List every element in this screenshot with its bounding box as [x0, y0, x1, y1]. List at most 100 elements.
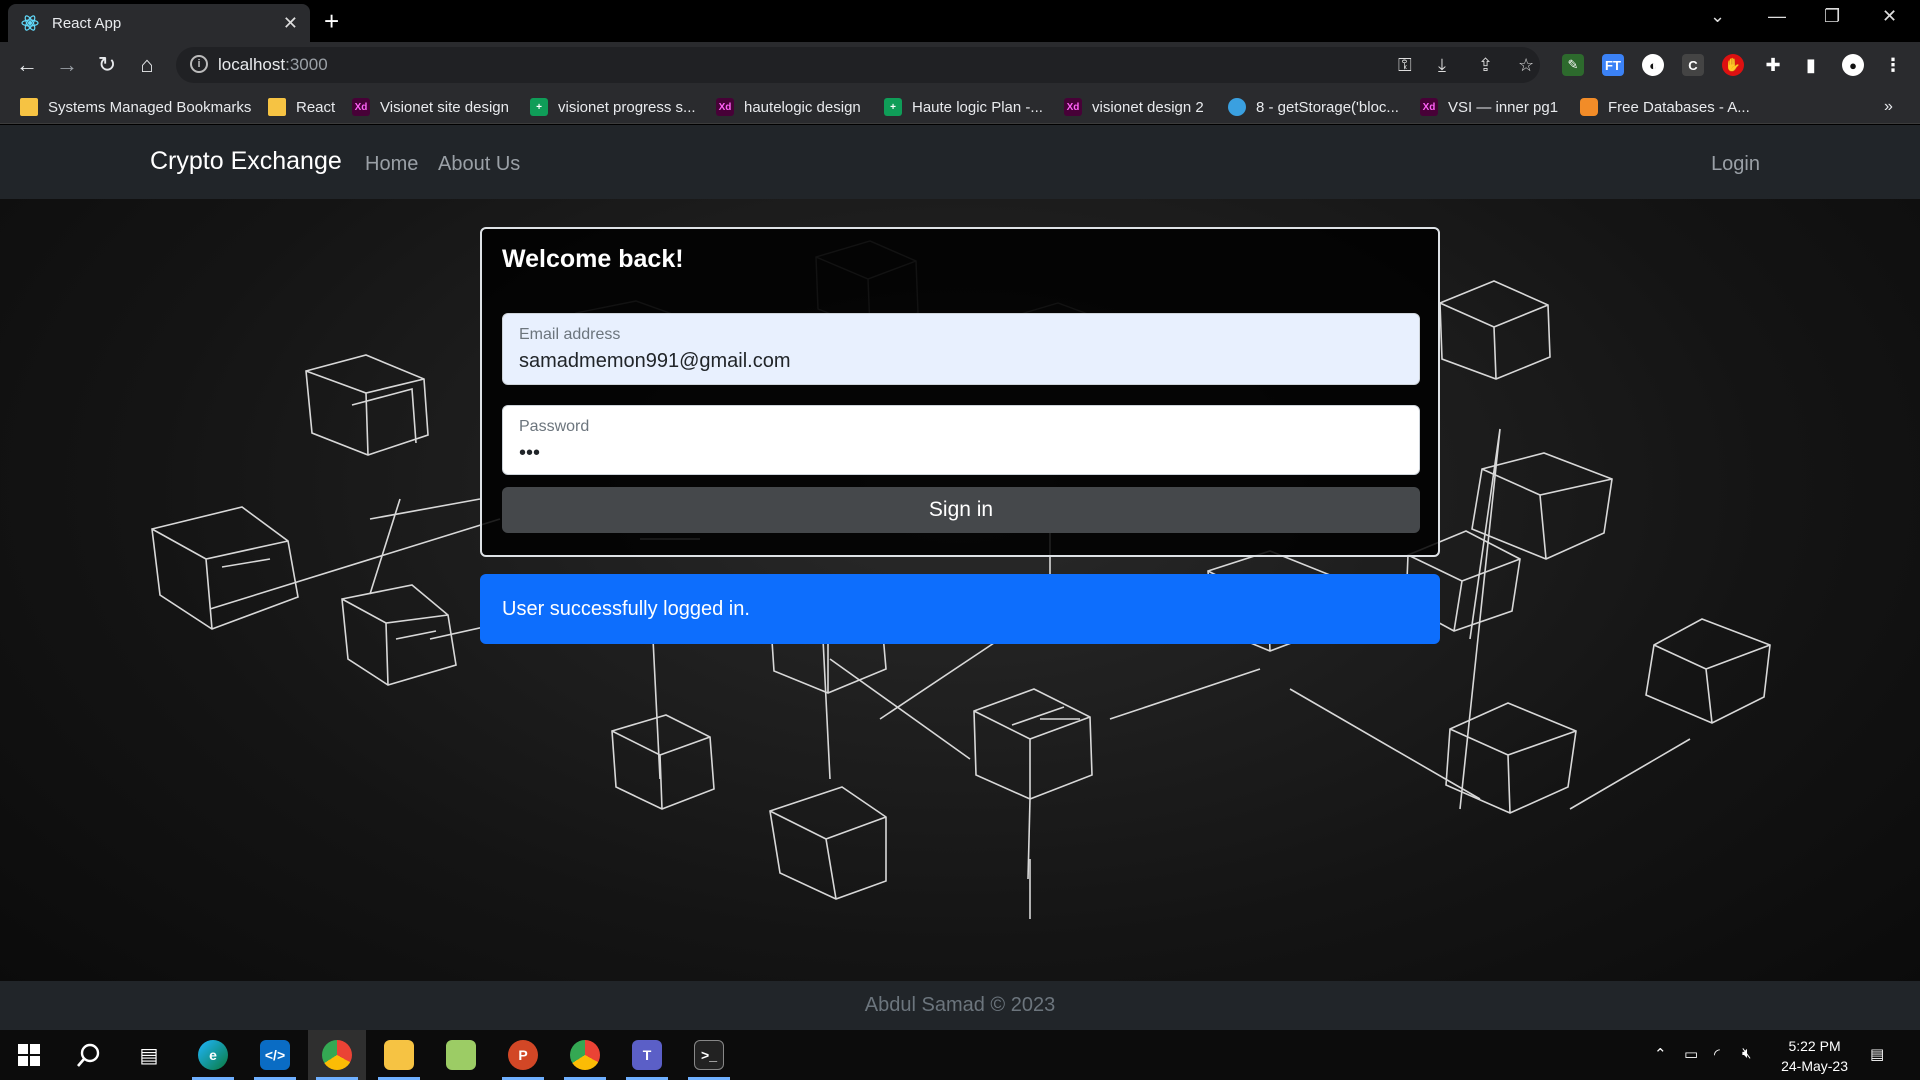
browser-toolbar: ← → ↻ ⌂ i localhost:3000 ⚿ ⤓ ⇪ ☆ ✎ FT ◐ … — [0, 42, 1920, 88]
key-icon[interactable]: ⚿ — [1398, 55, 1412, 76]
address-bar[interactable]: i localhost:3000 ⚿ ⤓ ⇪ ☆ — [176, 47, 1540, 83]
task-view-button[interactable]: ▤ — [120, 1030, 178, 1080]
sheets-icon: + — [884, 98, 902, 116]
search-button[interactable] — [60, 1030, 118, 1080]
back-icon[interactable]: ← — [12, 50, 42, 80]
extension-c-icon[interactable]: C — [1682, 54, 1704, 76]
drop-icon — [1228, 98, 1246, 116]
taskbar-vscode[interactable]: </> — [246, 1030, 304, 1080]
email-field[interactable]: Email address samadmemon991@gmail.com — [502, 313, 1420, 385]
edge-icon: e — [198, 1040, 228, 1070]
adobe-xd-icon: Xd — [1420, 98, 1438, 116]
browser-tab-bar: React App ✕ + ⌄ — ❐ ✕ — [0, 0, 1920, 42]
taskbar-teams[interactable]: T — [618, 1030, 676, 1080]
terminal-icon: >_ — [694, 1040, 724, 1070]
login-card: Welcome back! Email address samadmemon99… — [480, 227, 1440, 557]
email-label: Email address — [519, 326, 621, 343]
bookmark-item[interactable]: Xd Visionet site design — [352, 96, 509, 118]
react-icon — [21, 15, 39, 31]
vscode-icon: </> — [260, 1040, 290, 1070]
teams-icon: T — [632, 1040, 662, 1070]
adobe-xd-icon: Xd — [1064, 98, 1082, 116]
app-viewport: Crypto Exchange Home About Us Login Welc… — [0, 125, 1920, 1030]
login-card-title: Welcome back! — [502, 245, 684, 273]
close-window-icon[interactable]: ✕ — [1882, 6, 1897, 27]
more-bookmarks-icon[interactable]: » — [1884, 96, 1893, 118]
app-footer: Abdul Samad © 2023 — [0, 981, 1920, 1030]
close-tab-icon[interactable]: ✕ — [283, 13, 298, 34]
adobe-xd-icon: Xd — [352, 98, 370, 116]
app-navbar: Crypto Exchange Home About Us Login — [0, 125, 1920, 199]
volume-muted-icon[interactable]: 🔇︎ — [1742, 1045, 1751, 1062]
profile-avatar-icon[interactable]: ● — [1842, 54, 1864, 76]
database-icon — [446, 1040, 476, 1070]
site-info-icon[interactable]: i — [190, 55, 208, 73]
folder-icon — [384, 1040, 414, 1070]
side-panel-icon[interactable]: ▮ — [1800, 54, 1822, 76]
bookmark-star-icon[interactable]: ☆ — [1518, 55, 1534, 76]
bookmark-item[interactable]: Systems Managed Bookmarks — [20, 96, 251, 118]
taskbar-terminal[interactable]: >_ — [680, 1030, 738, 1080]
chrome-icon — [322, 1040, 352, 1070]
nav-link-login[interactable]: Login — [1711, 153, 1760, 176]
new-tab-button[interactable]: + — [324, 8, 339, 34]
restore-icon[interactable]: ❐ — [1824, 6, 1840, 27]
battery-icon[interactable]: ▭ — [1684, 1045, 1698, 1063]
start-button[interactable] — [0, 1030, 58, 1080]
chrome-icon — [570, 1040, 600, 1070]
url-text: localhost:3000 — [218, 55, 328, 74]
taskbar-powerpoint[interactable]: P — [494, 1030, 552, 1080]
tab-title: React App — [52, 14, 122, 32]
success-alert: User successfully logged in. — [480, 574, 1440, 644]
powerpoint-icon: P — [508, 1040, 538, 1070]
folder-icon — [268, 98, 286, 116]
database-icon — [1580, 98, 1598, 116]
chevron-up-icon[interactable]: ⌃ — [1654, 1045, 1667, 1063]
taskbar-app[interactable] — [432, 1030, 490, 1080]
bookmark-item[interactable]: 8 - getStorage('bloc... — [1228, 96, 1399, 118]
taskbar-chrome-profile[interactable] — [556, 1030, 614, 1080]
menu-kebab-icon[interactable]: ⋮ — [1882, 54, 1904, 76]
folder-icon — [20, 98, 38, 116]
windows-icon — [18, 1044, 40, 1066]
email-value: samadmemon991@gmail.com — [519, 350, 791, 372]
extension-hand-icon[interactable]: ✋ — [1722, 54, 1744, 76]
taskbar-edge[interactable]: e — [184, 1030, 242, 1080]
tab-search-icon[interactable]: ⌄ — [1710, 6, 1725, 27]
bookmark-item[interactable]: Free Databases - A... — [1580, 96, 1750, 118]
extension-circle-icon[interactable]: ◐ — [1642, 54, 1664, 76]
task-view-icon: ▤ — [139, 1044, 159, 1067]
taskbar-file-explorer[interactable] — [370, 1030, 428, 1080]
nav-link-home[interactable]: Home — [365, 153, 418, 176]
extensions-puzzle-icon[interactable]: ✚ — [1762, 54, 1784, 76]
bookmark-item[interactable]: Xd hautelogic design — [716, 96, 861, 118]
bookmark-item[interactable]: Xd VSI — inner pg1 — [1420, 96, 1558, 118]
brand-link[interactable]: Crypto Exchange — [150, 147, 342, 176]
forward-icon[interactable]: → — [52, 50, 82, 80]
wifi-icon[interactable]: ◜ — [1714, 1045, 1720, 1063]
notifications-icon[interactable]: ▤ — [1870, 1045, 1884, 1063]
share-icon[interactable]: ⇪ — [1478, 55, 1493, 76]
bookmark-item[interactable]: React — [268, 96, 335, 118]
install-icon[interactable]: ⤓ — [1438, 55, 1446, 76]
sheets-icon: + — [530, 98, 548, 116]
system-clock[interactable]: 5:22 PM 24-May-23 — [1781, 1036, 1848, 1076]
extension-ft-icon[interactable]: FT — [1602, 54, 1624, 76]
minimize-icon[interactable]: — — [1768, 6, 1786, 27]
bookmark-item[interactable]: Xd visionet design 2 — [1064, 96, 1204, 118]
extension-pen-icon[interactable]: ✎ — [1562, 54, 1584, 76]
taskbar-chrome[interactable] — [308, 1030, 366, 1080]
nav-link-about-us[interactable]: About Us — [438, 153, 520, 176]
bookmarks-bar: Systems Managed Bookmarks React Xd Vision… — [0, 88, 1920, 124]
browser-tab[interactable]: React App ✕ — [8, 4, 310, 42]
taskbar: ▤ e </> P T >_ ⌃ ▭ ◜ 🔇︎ 5:22 PM 24-May-2… — [0, 1030, 1920, 1080]
home-icon[interactable]: ⌂ — [132, 50, 162, 80]
password-label: Password — [519, 418, 590, 435]
bookmark-item[interactable]: + visionet progress s... — [530, 96, 696, 118]
search-icon — [77, 1043, 100, 1067]
bookmark-item[interactable]: + Haute logic Plan -... — [884, 96, 1043, 118]
reload-icon[interactable]: ↻ — [92, 50, 122, 80]
adobe-xd-icon: Xd — [716, 98, 734, 116]
password-field[interactable]: Password ••• — [502, 405, 1420, 475]
sign-in-button[interactable]: Sign in — [502, 487, 1420, 533]
